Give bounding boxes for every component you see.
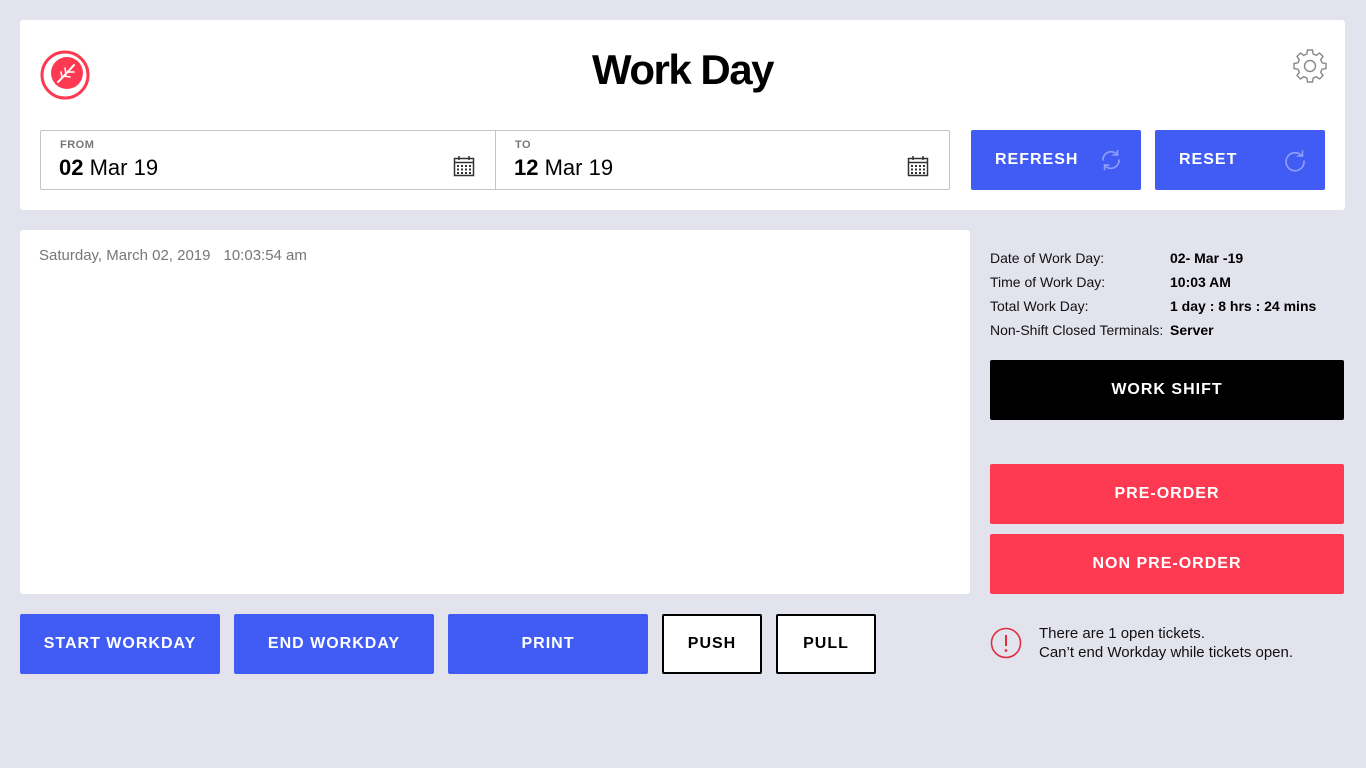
to-month-year: Mar 19 (544, 155, 614, 180)
warning-line-2: Can’t end Workday while tickets open. (1039, 644, 1294, 661)
reset-label: RESET (1179, 151, 1238, 168)
non-pre-order-button[interactable]: NON PRE-ORDER (990, 534, 1344, 594)
refresh-icon (1102, 149, 1120, 171)
log-time: 10:03:54 am (223, 247, 307, 264)
from-month-year: Mar 19 (89, 155, 159, 180)
workday-log-panel: Saturday, March 02, 2019 10:03:54 am (20, 230, 970, 594)
push-button[interactable]: PUSH (662, 614, 762, 674)
refresh-label: REFRESH (995, 151, 1079, 168)
work-shift-button[interactable]: WORK SHIFT (990, 360, 1344, 420)
page-title: Work Day (592, 46, 774, 93)
info-row-time: Time of Work Day: 10:03 AM (990, 270, 1350, 294)
pre-order-button[interactable]: PRE-ORDER (990, 464, 1344, 524)
pull-button[interactable]: PULL (776, 614, 876, 674)
print-button[interactable]: PRINT (448, 614, 648, 674)
from-date-value: 02 Mar 19 (59, 155, 158, 181)
warning-line-1: There are 1 open tickets. (1039, 625, 1205, 642)
start-workday-button[interactable]: START WORKDAY (20, 614, 220, 674)
header-card: Work Day FROM 02 Mar 19 TO 12 Mar 19 REF… (20, 20, 1345, 210)
info-value: Server (1170, 322, 1214, 338)
info-row-date: Date of Work Day: 02- Mar -19 (990, 246, 1350, 270)
reset-button[interactable]: RESET (1155, 130, 1325, 190)
info-value: 02- Mar -19 (1170, 250, 1244, 266)
to-date-value: 12 Mar 19 (514, 155, 613, 181)
to-date-field[interactable]: TO 12 Mar 19 (495, 131, 949, 189)
from-caption: FROM (60, 139, 95, 151)
info-label: Time of Work Day: (990, 274, 1106, 290)
calendar-icon[interactable] (907, 155, 929, 177)
info-row-total: Total Work Day: 1 day : 8 hrs : 24 mins (990, 294, 1350, 318)
info-value: 10:03 AM (1170, 274, 1231, 290)
info-label: Total Work Day: (990, 298, 1089, 314)
date-range-picker: FROM 02 Mar 19 TO 12 Mar 19 (40, 130, 950, 190)
alert-circle-icon (990, 627, 1022, 659)
from-date-field[interactable]: FROM 02 Mar 19 (41, 131, 495, 189)
gear-icon[interactable] (1293, 49, 1327, 83)
from-day: 02 (59, 155, 84, 180)
workday-info-list: Date of Work Day: 02- Mar -19 Time of Wo… (990, 246, 1350, 342)
refresh-button[interactable]: REFRESH (971, 130, 1141, 190)
info-label: Date of Work Day: (990, 250, 1105, 266)
log-entry: Saturday, March 02, 2019 10:03:54 am (39, 247, 307, 264)
warning-text: There are 1 open tickets. Can’t end Work… (1039, 624, 1293, 662)
info-row-terminals: Non-Shift Closed Terminals: Server (990, 318, 1350, 342)
to-caption: TO (515, 139, 532, 151)
open-tickets-warning: There are 1 open tickets. Can’t end Work… (990, 624, 1350, 662)
info-label: Non-Shift Closed Terminals: (990, 322, 1164, 338)
calendar-icon[interactable] (453, 155, 475, 177)
reset-icon (1285, 150, 1305, 172)
log-date: Saturday, March 02, 2019 (39, 247, 211, 264)
info-value: 1 day : 8 hrs : 24 mins (1170, 298, 1317, 314)
end-workday-button[interactable]: END WORKDAY (234, 614, 434, 674)
to-day: 12 (514, 155, 539, 180)
